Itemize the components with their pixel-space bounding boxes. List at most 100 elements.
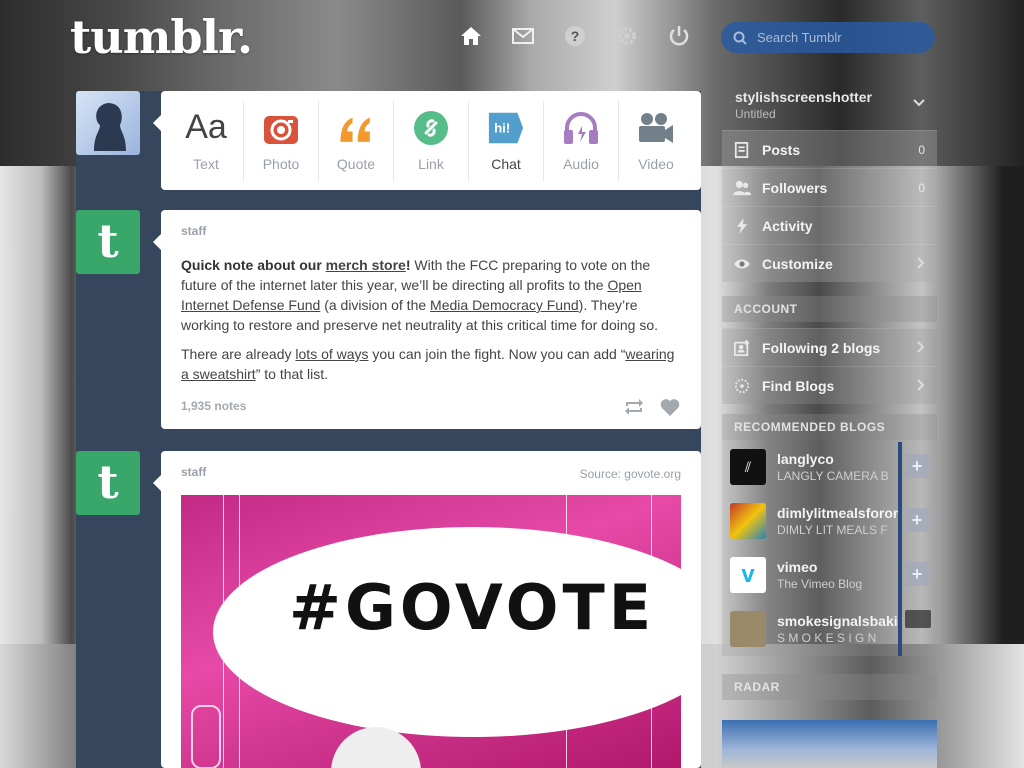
post-bold-text: Quick note about our	[181, 257, 326, 273]
search-icon	[733, 31, 747, 45]
new-text-post[interactable]: Aa Text	[169, 100, 244, 181]
account-header: ACCOUNT	[722, 296, 937, 322]
radar-image[interactable]	[722, 720, 937, 768]
blog-avatar	[730, 503, 766, 539]
post-body: Quick note about our merch store! With t…	[181, 255, 681, 384]
follow-button[interactable]: +	[905, 508, 929, 532]
help-icon[interactable]: ?	[560, 22, 590, 50]
post-blog-name[interactable]: staff	[181, 224, 681, 238]
post-source[interactable]: Source: govote.org	[580, 467, 681, 481]
new-photo-post[interactable]: Photo	[244, 100, 319, 181]
chevron-right-icon	[917, 379, 925, 391]
sidebar-item-activity[interactable]: Activity	[722, 206, 937, 244]
account-menu: Following 2 blogs Find Blogs	[722, 328, 937, 404]
eye-icon	[732, 254, 752, 274]
post-card: staff Source: govote.org #GOVOTE	[153, 451, 701, 768]
sidebar-item-following[interactable]: Following 2 blogs	[722, 328, 937, 366]
search-input[interactable]	[755, 29, 929, 46]
staff-avatar[interactable]: t	[76, 451, 140, 515]
radar-header: RADAR	[722, 674, 937, 700]
lightning-icon	[732, 216, 752, 236]
recommended-blog-item[interactable]: ⫽ langlyco LANGLY CAMERA B +	[722, 440, 937, 494]
sidebar-item-count: 0	[918, 180, 925, 195]
post-text: There are already	[181, 346, 296, 362]
blog-name: dimlylitmealsforone	[777, 505, 902, 521]
post-card: staff Quick note about our merch store! …	[153, 210, 701, 429]
keyboard-icon[interactable]	[905, 610, 931, 628]
sidebar-item-posts[interactable]: Posts 0	[722, 130, 937, 168]
link-icon	[412, 110, 450, 146]
blog-title: S M O K E S I G N	[777, 631, 877, 645]
text-icon: Aa	[185, 108, 227, 146]
sidebar-item-label: Find Blogs	[762, 377, 835, 394]
new-chat-post[interactable]: hi! Chat	[469, 100, 544, 181]
chat-icon: hi!	[487, 110, 525, 146]
hand-drawing	[191, 705, 221, 768]
camera-icon	[262, 110, 300, 146]
gear-icon[interactable]	[612, 22, 642, 50]
sidebar-item-label: Followers	[762, 179, 828, 196]
blog-title: The Vimeo Blog	[777, 577, 863, 591]
notes-count[interactable]: 1,935 notes	[181, 399, 246, 413]
blog-title: DIMLY LIT MEALS F	[777, 523, 888, 537]
govote-text: #GOVOTE	[289, 571, 656, 644]
sidebar-blog-subtitle: Untitled	[735, 107, 776, 121]
post-text: (a division of the	[320, 297, 431, 313]
recommended-blog-item[interactable]: v vimeo The Vimeo Blog +	[722, 548, 937, 602]
blog-name: vimeo	[777, 559, 818, 575]
sidebar-item-label: Posts	[762, 141, 801, 158]
chevron-right-icon	[917, 341, 925, 353]
reblog-icon[interactable]	[623, 397, 645, 417]
sidebar-item-count: 0	[918, 142, 925, 157]
follow-button[interactable]: +	[905, 562, 929, 586]
video-camera-icon	[637, 110, 675, 146]
top-nav: ?	[456, 22, 694, 50]
recommended-header: RECOMMENDED BLOGS	[722, 414, 937, 440]
blog-avatar: ⫽	[730, 449, 766, 485]
follow-button[interactable]: +	[905, 454, 929, 478]
recommended-scrollbar[interactable]	[898, 442, 902, 656]
tumblr-logo[interactable]: tumblr.	[70, 10, 253, 64]
sidebar-item-label: Customize	[762, 255, 833, 272]
merch-store-link[interactable]: merch store	[326, 257, 406, 273]
vimeo-logo-icon: v	[730, 557, 766, 593]
recommended-blog-item[interactable]: dimlylitmealsforone DIMLY LIT MEALS F +	[722, 494, 937, 548]
new-video-post[interactable]: Video	[619, 101, 693, 181]
media-democracy-link[interactable]: Media Democracy Fund	[430, 297, 579, 313]
sidebar-item-label: Following 2 blogs	[762, 339, 881, 356]
sidebar-item-find-blogs[interactable]: Find Blogs	[722, 366, 937, 404]
sidebar-blog-name: stylishscreenshotter	[735, 89, 872, 105]
search-box[interactable]	[721, 22, 935, 53]
blog-avatar	[730, 611, 766, 647]
blog-name: smokesignalsbaking	[777, 613, 902, 629]
new-link-post[interactable]: Link	[394, 100, 469, 181]
sidebar-item-followers[interactable]: Followers 0	[722, 168, 937, 206]
blog-title: LANGLY CAMERA B	[777, 469, 889, 483]
sidebar-item-label: Activity	[762, 217, 813, 234]
compass-icon	[732, 376, 752, 396]
post-text: you can join the fight. Now you can add …	[368, 346, 626, 362]
post-text: ” to that list.	[255, 366, 329, 382]
staff-avatar[interactable]: t	[76, 210, 140, 274]
svg-text:hi!: hi!	[494, 120, 510, 135]
lots-of-ways-link[interactable]: lots of ways	[295, 346, 368, 362]
following-icon	[732, 338, 752, 358]
heart-icon[interactable]	[659, 397, 681, 417]
post-photo[interactable]: #GOVOTE	[181, 495, 681, 768]
sidebar-item-customize[interactable]: Customize	[722, 244, 937, 282]
quote-icon	[337, 110, 375, 146]
home-icon[interactable]	[456, 22, 486, 50]
followers-icon	[732, 178, 752, 198]
user-avatar[interactable]	[76, 91, 140, 155]
sidebar-menu: Posts 0 Followers 0 Activity Customize	[722, 130, 937, 282]
power-icon[interactable]	[664, 22, 694, 50]
sidebar-blog-header[interactable]: stylishscreenshotter Untitled	[722, 85, 937, 130]
blog-name: langlyco	[777, 451, 834, 467]
svg-text:?: ?	[571, 28, 580, 44]
new-audio-post[interactable]: Audio	[544, 100, 619, 181]
posts-icon	[732, 140, 752, 160]
post-type-bar: Aa Text Photo Quote Link hi! Chat Audio	[153, 91, 701, 190]
new-quote-post[interactable]: Quote	[319, 100, 394, 181]
chevron-right-icon	[917, 257, 925, 269]
mail-icon[interactable]	[508, 22, 538, 50]
